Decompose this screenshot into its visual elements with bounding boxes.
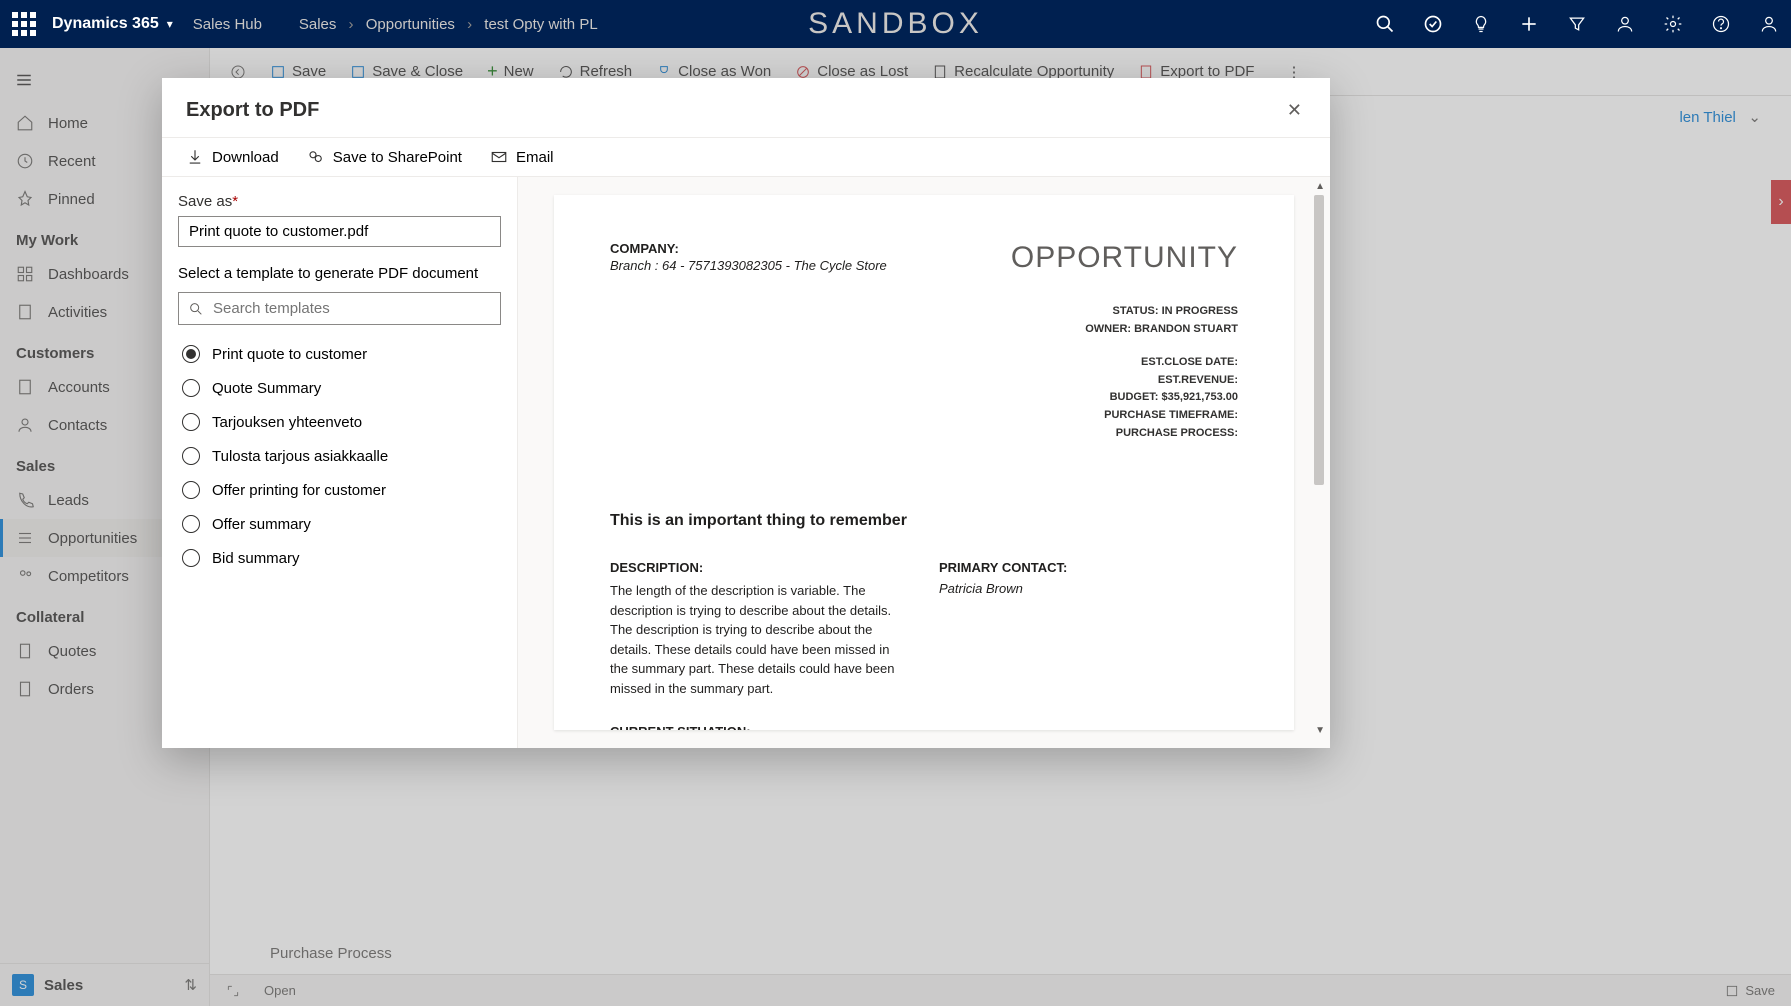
filename-input[interactable] [178, 216, 501, 247]
top-right-icons [1375, 14, 1779, 34]
crumb-2[interactable]: Opportunities [366, 16, 455, 33]
template-option[interactable]: Bid summary [178, 541, 501, 575]
scroll-up-icon[interactable]: ▲ [1315, 181, 1325, 192]
crumb-1[interactable]: Sales [299, 16, 337, 33]
scrollbar-track[interactable] [1314, 195, 1324, 720]
template-option[interactable]: Tarjouksen yhteenveto [178, 405, 501, 439]
template-option-label: Offer printing for customer [212, 482, 386, 499]
save-as-label: Save as* [178, 193, 501, 210]
gear-icon[interactable] [1663, 14, 1683, 34]
brand-label[interactable]: Dynamics 365 [52, 15, 159, 33]
plus-icon[interactable] [1519, 14, 1539, 34]
radio-icon [182, 379, 200, 397]
template-option[interactable]: Quote Summary [178, 371, 501, 405]
description-text: The length of the description is variabl… [610, 581, 909, 698]
radio-icon [182, 345, 200, 363]
description-label: DESCRIPTION: [610, 560, 909, 575]
template-select-label: Select a template to generate PDF docume… [178, 265, 501, 282]
user-icon[interactable] [1759, 14, 1779, 34]
dialog-body: Save as* Select a template to generate P… [162, 177, 1330, 748]
close-button[interactable]: ✕ [1283, 96, 1306, 125]
help-icon[interactable] [1711, 14, 1731, 34]
breadcrumb: Sales Hub Sales › Opportunities › test O… [193, 16, 598, 33]
contact-label: PRIMARY CONTACT: [939, 560, 1238, 575]
opportunity-meta: STATUS: IN PROGRESS OWNER: BRANDON STUAR… [610, 303, 1238, 442]
template-option-label: Print quote to customer [212, 346, 367, 363]
search-icon [188, 301, 204, 317]
crumb-3[interactable]: test Opty with PL [484, 16, 597, 33]
dialog-title: Export to PDF [186, 99, 319, 122]
template-option-label: Quote Summary [212, 380, 321, 397]
radio-icon [182, 447, 200, 465]
radio-icon [182, 515, 200, 533]
radio-icon [182, 549, 200, 567]
top-navbar: Dynamics 365 ▾ Sales Hub Sales › Opportu… [0, 0, 1791, 48]
download-icon [186, 148, 204, 166]
radio-icon [182, 413, 200, 431]
dialog-header: Export to PDF ✕ [162, 78, 1330, 138]
email-button[interactable]: Email [490, 148, 554, 166]
assistant-icon[interactable] [1615, 14, 1635, 34]
template-option-label: Tarjouksen yhteenveto [212, 414, 362, 431]
save-sharepoint-button[interactable]: Save to SharePoint [307, 148, 462, 166]
sharepoint-icon [307, 148, 325, 166]
filter-icon[interactable] [1567, 14, 1587, 34]
template-option-label: Offer summary [212, 516, 311, 533]
situation-label: CURRENT SITUATION: [610, 724, 909, 730]
scrollbar-thumb[interactable] [1314, 195, 1324, 485]
sandbox-watermark: SANDBOX [808, 7, 983, 41]
crumb-app[interactable]: Sales Hub [193, 16, 262, 33]
mail-icon [490, 148, 508, 166]
download-button[interactable]: Download [186, 148, 279, 166]
search-icon[interactable] [1375, 14, 1395, 34]
template-option-label: Bid summary [212, 550, 300, 567]
dialog-toolbar: Download Save to SharePoint Email [162, 138, 1330, 177]
pdf-page: COMPANY: Branch : 64 - 7571393082305 - T… [554, 195, 1294, 730]
template-search-input[interactable] [178, 292, 501, 325]
pdf-preview-panel: ▲ ▼ COMPANY: Branch : 64 - 7571393082305… [518, 177, 1330, 748]
template-option-label: Tulosta tarjous asiakkaalle [212, 448, 388, 465]
contact-value: Patricia Brown [939, 581, 1238, 596]
task-icon[interactable] [1423, 14, 1443, 34]
scroll-down-icon[interactable]: ▼ [1315, 725, 1325, 736]
template-option[interactable]: Tulosta tarjous asiakkaalle [178, 439, 501, 473]
lightbulb-icon[interactable] [1471, 14, 1491, 34]
template-option[interactable]: Offer summary [178, 507, 501, 541]
template-option[interactable]: Offer printing for customer [178, 473, 501, 507]
chevron-down-icon[interactable]: ▾ [167, 17, 173, 31]
template-list: Print quote to customer Quote Summary Tarj… [178, 337, 501, 575]
app-launcher-icon[interactable] [12, 12, 36, 36]
preview-headline: This is an important thing to remember [610, 512, 1238, 530]
template-option[interactable]: Print quote to customer [178, 337, 501, 371]
export-pdf-dialog: Export to PDF ✕ Download Save to SharePo… [162, 78, 1330, 748]
template-panel: Save as* Select a template to generate P… [162, 177, 518, 748]
radio-icon [182, 481, 200, 499]
